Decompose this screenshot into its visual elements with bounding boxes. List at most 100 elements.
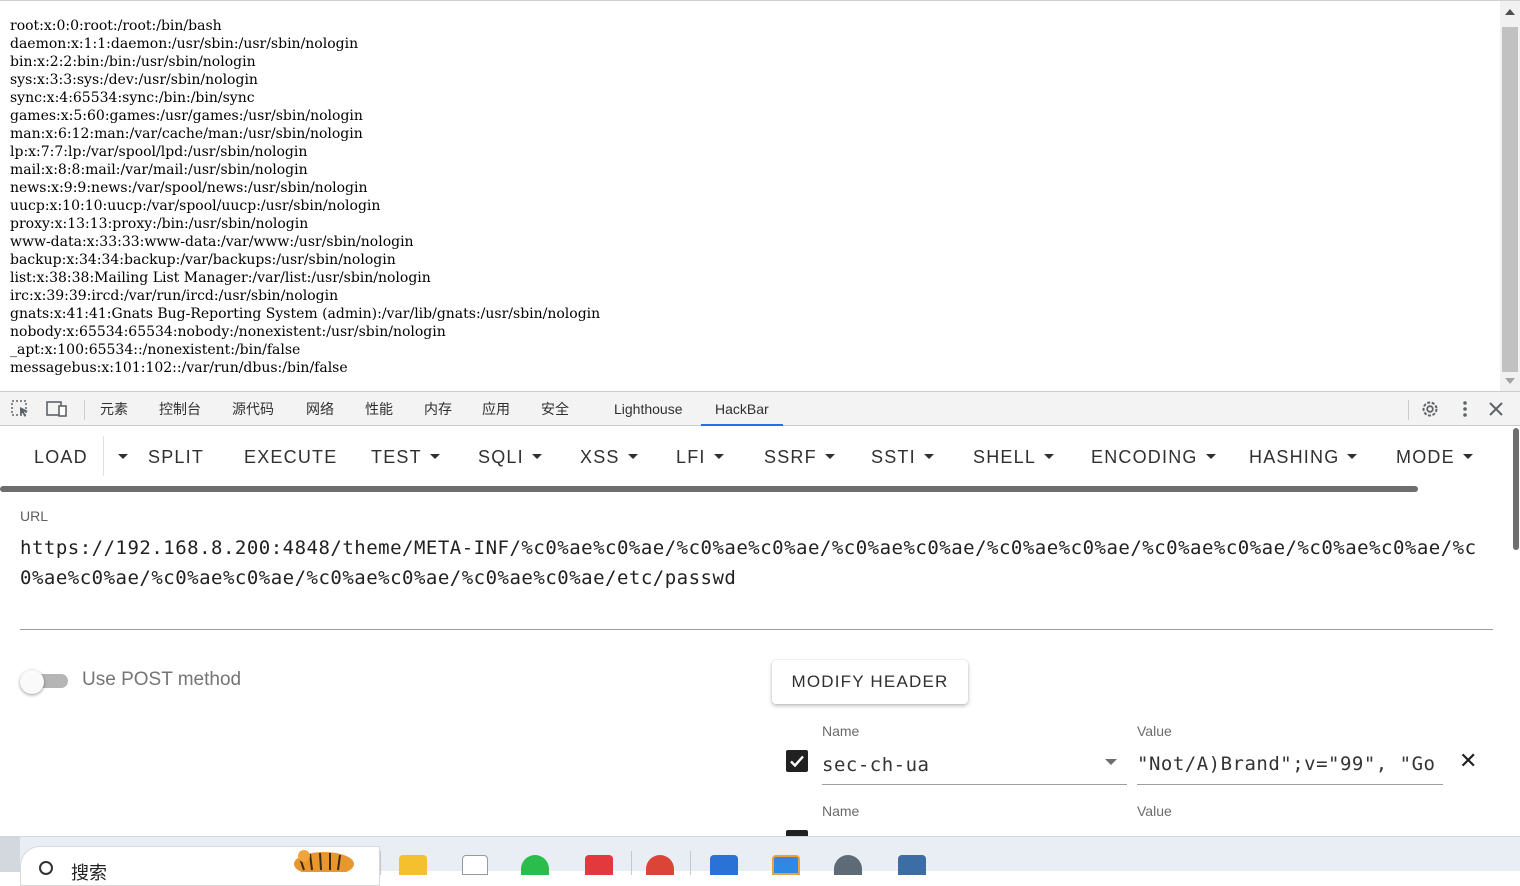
chevron-down-icon bbox=[1044, 453, 1055, 459]
device-toolbar-icon[interactable] bbox=[46, 400, 67, 418]
tab-console[interactable]: 控制台 bbox=[159, 392, 201, 426]
shell-menu-button[interactable]: SHELL bbox=[973, 443, 1055, 471]
tab-network[interactable]: 网络 bbox=[306, 392, 334, 426]
toolbar-divider bbox=[1408, 400, 1409, 420]
load-dropdown-button[interactable] bbox=[110, 443, 128, 471]
ssrf-menu-button[interactable]: SSRF bbox=[764, 443, 835, 471]
header-2-name-label: Name bbox=[822, 803, 860, 819]
chevron-down-icon bbox=[1462, 453, 1473, 459]
taskbar-edge bbox=[0, 837, 20, 872]
split-button[interactable]: SPLIT bbox=[148, 443, 204, 471]
toolbar-divider bbox=[84, 400, 85, 420]
chevron-down-icon bbox=[627, 453, 638, 459]
url-input[interactable]: https://192.168.8.200:4848/theme/META-IN… bbox=[20, 533, 1495, 593]
encoding-menu-button[interactable]: ENCODING bbox=[1091, 443, 1216, 471]
tab-performance[interactable]: 性能 bbox=[365, 392, 393, 426]
remove-header-1-close-icon[interactable]: ✕ bbox=[1459, 750, 1477, 772]
tab-memory[interactable]: 内存 bbox=[424, 392, 452, 426]
test-menu-label: TEST bbox=[371, 447, 422, 467]
chevron-down-icon bbox=[1347, 453, 1358, 459]
xss-menu-label: XSS bbox=[580, 447, 620, 467]
tiger-illustration-icon bbox=[290, 848, 358, 876]
scrollbar-thumb[interactable] bbox=[1502, 27, 1518, 372]
taskbar-search-placeholder: 搜索 bbox=[71, 863, 107, 884]
lfi-menu-button[interactable]: LFI bbox=[676, 443, 724, 471]
toggle-knob bbox=[20, 670, 44, 694]
header-1-name-input[interactable]: sec-ch-ua bbox=[822, 754, 1092, 776]
tab-lighthouse[interactable]: Lighthouse bbox=[614, 392, 683, 426]
hashing-menu-label: HASHING bbox=[1249, 447, 1340, 467]
app-icon-orange-frame[interactable] bbox=[772, 855, 800, 875]
os-taskbar: 搜索 bbox=[0, 836, 1520, 886]
ssrf-menu-label: SSRF bbox=[764, 447, 817, 467]
more-options-icon[interactable] bbox=[1455, 399, 1475, 419]
taskbar-divider bbox=[690, 851, 691, 875]
chrome-icon[interactable] bbox=[646, 855, 674, 875]
header-1-value-input[interactable]: "Not/A)Brand";v="99", "Go bbox=[1137, 753, 1443, 775]
post-method-toggle[interactable] bbox=[20, 670, 68, 694]
tab-elements[interactable]: 元素 bbox=[100, 392, 128, 426]
header-2-value-label: Value bbox=[1137, 803, 1172, 819]
chevron-down-icon bbox=[118, 453, 128, 459]
tab-application[interactable]: 应用 bbox=[482, 392, 510, 426]
post-method-label: Use POST method bbox=[82, 669, 242, 690]
search-icon bbox=[39, 861, 53, 875]
encoding-menu-label: ENCODING bbox=[1091, 447, 1198, 467]
chevron-down-icon bbox=[923, 453, 934, 459]
header-1-value-underline bbox=[1137, 784, 1443, 785]
scroll-down-arrow-icon[interactable] bbox=[1505, 378, 1515, 384]
mode-menu-button[interactable]: MODE bbox=[1396, 443, 1473, 471]
execute-button[interactable]: EXECUTE bbox=[244, 443, 337, 471]
settings-gear-icon[interactable] bbox=[1420, 399, 1440, 419]
text-editor-icon[interactable] bbox=[462, 855, 488, 875]
close-devtools-icon[interactable] bbox=[1486, 399, 1506, 419]
tab-hackbar[interactable]: HackBar bbox=[701, 392, 783, 426]
lfi-menu-label: LFI bbox=[676, 447, 706, 467]
sqli-menu-label: SQLI bbox=[478, 447, 524, 467]
hackbar-toolbar: LOAD SPLIT EXECUTE TEST SQLI XSS LFI SSR… bbox=[0, 426, 1512, 488]
chevron-down-icon bbox=[531, 453, 542, 459]
hackbar-panel: LOAD SPLIT EXECUTE TEST SQLI XSS LFI SSR… bbox=[0, 426, 1520, 852]
app-icon-window[interactable] bbox=[898, 855, 926, 875]
toolbar-divider bbox=[103, 436, 104, 476]
scrollbar-thumb[interactable] bbox=[1513, 428, 1519, 550]
settings-gear-icon[interactable] bbox=[834, 855, 862, 875]
mode-menu-label: MODE bbox=[1396, 447, 1455, 467]
ssti-menu-label: SSTI bbox=[871, 447, 916, 467]
chevron-down-icon bbox=[1205, 453, 1216, 459]
taskbar-divider bbox=[631, 851, 632, 875]
load-button[interactable]: LOAD bbox=[34, 443, 88, 471]
url-field-label: URL bbox=[20, 508, 49, 524]
shell-menu-label: SHELL bbox=[973, 447, 1037, 467]
app-icon-blue[interactable] bbox=[710, 855, 738, 875]
chevron-down-icon bbox=[713, 453, 724, 459]
modify-header-button[interactable]: MODIFY HEADER bbox=[772, 660, 968, 704]
taskbar-divider bbox=[380, 851, 381, 875]
header-1-name-label: Name bbox=[822, 723, 860, 739]
scroll-up-arrow-icon[interactable] bbox=[1505, 9, 1515, 15]
passwd-output: root:x:0:0:root:/root:/bin/bash daemon:x… bbox=[10, 18, 601, 376]
xss-menu-button[interactable]: XSS bbox=[580, 443, 638, 471]
url-input-underline bbox=[20, 629, 1493, 630]
toolbar-horizontal-scrollbar[interactable] bbox=[0, 486, 1418, 492]
inspect-element-icon[interactable] bbox=[11, 400, 31, 418]
test-menu-button[interactable]: TEST bbox=[371, 443, 440, 471]
tab-sources[interactable]: 源代码 bbox=[232, 392, 274, 426]
wechat-icon[interactable] bbox=[521, 855, 549, 875]
checkmark-icon bbox=[790, 755, 804, 768]
header-1-value-label: Value bbox=[1137, 723, 1172, 739]
header-1-checkbox[interactable] bbox=[786, 750, 808, 772]
tab-security[interactable]: 安全 bbox=[541, 392, 569, 426]
file-explorer-icon[interactable] bbox=[399, 855, 427, 875]
page-content: root:x:0:0:root:/root:/bin/bash daemon:x… bbox=[0, 0, 1520, 392]
header-1-name-underline bbox=[822, 784, 1127, 785]
page-scrollbar[interactable] bbox=[1500, 1, 1520, 392]
sqli-menu-button[interactable]: SQLI bbox=[478, 443, 542, 471]
panel-vertical-scrollbar[interactable] bbox=[1512, 426, 1520, 836]
chevron-down-icon bbox=[429, 453, 440, 459]
ssti-menu-button[interactable]: SSTI bbox=[871, 443, 934, 471]
name-dropdown-arrow-icon[interactable] bbox=[1105, 759, 1117, 765]
hashing-menu-button[interactable]: HASHING bbox=[1249, 443, 1358, 471]
devtools-tabbar: 元素 控制台 源代码 网络 性能 内存 应用 安全 Lighthouse Hac… bbox=[0, 391, 1520, 426]
netease-music-icon[interactable] bbox=[585, 855, 613, 875]
